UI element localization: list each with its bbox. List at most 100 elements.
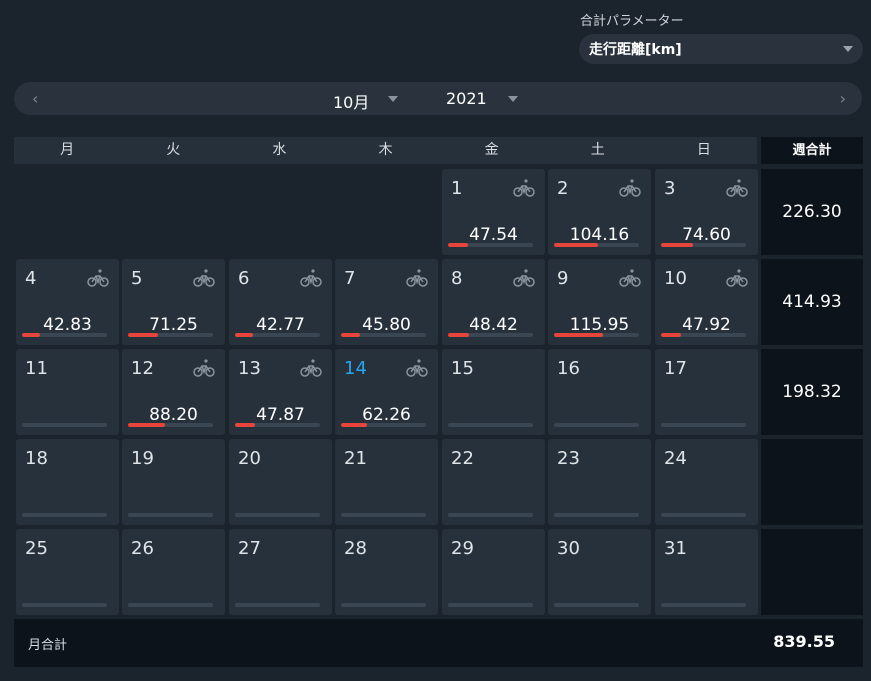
calendar-day[interactable]: 12 88.20 [122, 349, 225, 435]
distance-progress-track [128, 423, 213, 427]
calendar-day[interactable]: 9 115.95 [548, 259, 651, 345]
distance-progress-track [661, 603, 746, 607]
calendar-day[interactable]: 19 [122, 439, 225, 525]
calendar-day[interactable]: 15 [442, 349, 545, 435]
day-number: 28 [344, 538, 367, 559]
calendar-day[interactable]: 18 [16, 439, 119, 525]
distance-progress-fill [128, 333, 159, 337]
week-total [761, 529, 863, 615]
distance-progress-track [448, 243, 533, 247]
distance-progress-track [22, 333, 107, 337]
day-distance: 104.16 [569, 225, 630, 245]
calendar-day[interactable]: 24 [655, 439, 758, 525]
distance-progress-track [128, 513, 213, 517]
distance-progress-track [128, 333, 213, 337]
calendar-day[interactable]: 4 42.83 [16, 259, 119, 345]
day-number: 7 [344, 268, 356, 289]
bicycle-icon [406, 358, 428, 378]
weekday-label: 水 [272, 142, 287, 158]
year-select[interactable]: 2021 [446, 89, 487, 108]
distance-progress-fill [22, 333, 41, 337]
calendar-day[interactable]: 6 42.77 [229, 259, 332, 345]
distance-progress-track [448, 333, 533, 337]
distance-progress-track [235, 333, 320, 337]
chevron-right-icon[interactable]: › [840, 89, 846, 108]
distance-progress-track [448, 513, 533, 517]
calendar-day[interactable]: 14 62.26 [335, 349, 438, 435]
calendar-day[interactable]: 1 47.54 [442, 169, 545, 255]
calendar-day[interactable]: 21 [335, 439, 438, 525]
calendar-day[interactable]: 26 [122, 529, 225, 615]
distance-progress-fill [341, 333, 361, 337]
parameter-label: 合計パラメーター [580, 14, 684, 29]
bicycle-icon [193, 358, 215, 378]
weekday-label: 火 [166, 142, 181, 158]
distance-progress-fill [661, 333, 682, 337]
calendar-day[interactable]: 29 [442, 529, 545, 615]
calendar-day[interactable]: 11 [16, 349, 119, 435]
week-total: 226.30 [761, 169, 863, 255]
calendar-day[interactable]: 28 [335, 529, 438, 615]
parameter-selected-value: 走行距離[km] [589, 42, 682, 58]
distance-progress-track [128, 603, 213, 607]
calendar-day[interactable]: 3 74.60 [655, 169, 758, 255]
bicycle-icon [726, 178, 748, 198]
calendar-day[interactable]: 31 [655, 529, 758, 615]
calendar-day[interactable]: 7 45.80 [335, 259, 438, 345]
day-number: 16 [557, 358, 580, 379]
calendar-day[interactable]: 22 [442, 439, 545, 525]
calendar-day[interactable]: 30 [548, 529, 651, 615]
week-total: 198.32 [761, 349, 863, 435]
day-number: 4 [25, 268, 37, 289]
bicycle-icon [513, 268, 535, 288]
calendar-day[interactable]: 10 47.92 [655, 259, 758, 345]
calendar-day[interactable]: 20 [229, 439, 332, 525]
distance-progress-track [661, 513, 746, 517]
day-distance: 42.77 [256, 315, 305, 335]
weekday-label: 土 [590, 142, 605, 158]
calendar-day[interactable]: 16 [548, 349, 651, 435]
bicycle-icon [193, 268, 215, 288]
distance-progress-fill [448, 243, 469, 247]
calendar-day[interactable]: 8 48.42 [442, 259, 545, 345]
chevron-left-icon[interactable]: ‹ [32, 89, 38, 108]
bicycle-icon [619, 268, 641, 288]
distance-progress-track [661, 423, 746, 427]
day-number: 19 [131, 448, 154, 469]
distance-progress-fill [341, 423, 368, 427]
distance-progress-track [341, 513, 426, 517]
calendar-day[interactable]: 27 [229, 529, 332, 615]
bicycle-icon [300, 268, 322, 288]
day-number: 5 [131, 268, 143, 289]
calendar-day[interactable]: 5 71.25 [122, 259, 225, 345]
distance-progress-track [22, 603, 107, 607]
weekday-label: 日 [696, 142, 711, 158]
day-distance: 74.60 [682, 225, 731, 245]
weekday-label: 金 [484, 142, 499, 158]
distance-progress-track [341, 423, 426, 427]
calendar-day[interactable]: 23 [548, 439, 651, 525]
bicycle-icon [619, 178, 641, 198]
day-number: 17 [664, 358, 687, 379]
day-distance: 47.92 [682, 315, 731, 335]
day-number: 29 [451, 538, 474, 559]
distance-progress-track [554, 333, 639, 337]
day-number: 8 [451, 268, 463, 289]
calendar-day[interactable]: 13 47.87 [229, 349, 332, 435]
chevron-down-icon[interactable] [508, 96, 518, 102]
chevron-down-icon[interactable] [388, 96, 398, 102]
calendar-day[interactable]: 2 104.16 [548, 169, 651, 255]
bicycle-icon [300, 358, 322, 378]
distance-progress-track [235, 423, 320, 427]
calendar-day[interactable]: 25 [16, 529, 119, 615]
day-number: 18 [25, 448, 48, 469]
calendar-day[interactable]: 17 [655, 349, 758, 435]
parameter-select[interactable]: 走行距離[km] [579, 34, 863, 64]
bicycle-icon [406, 268, 428, 288]
weekday-label: 月 [60, 142, 75, 158]
day-number: 9 [557, 268, 569, 289]
day-number: 1 [451, 178, 463, 199]
month-select[interactable]: 10月 [333, 89, 369, 113]
distance-progress-fill [661, 243, 693, 247]
day-number: 2 [557, 178, 569, 199]
